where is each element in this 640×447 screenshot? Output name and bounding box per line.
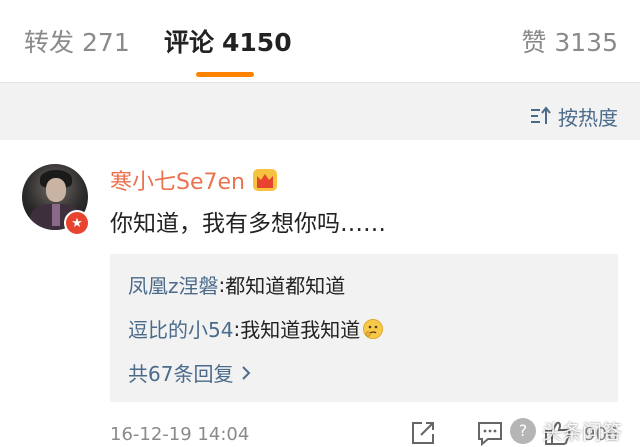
- sort-label: 按热度: [558, 105, 618, 130]
- reply-username[interactable]: 逗比的小54: [128, 314, 233, 343]
- sort-icon: [531, 106, 551, 124]
- watermark: ? 头条问答: [510, 414, 640, 447]
- verified-badge-icon: ★: [64, 210, 90, 236]
- crown-icon: [252, 169, 277, 191]
- reply-list[interactable]: 凤凰z涅磐: 都知道都知道 逗比的小54: 我知道我知道 共67条回复: [110, 254, 618, 402]
- chevron-right-icon: [242, 365, 251, 380]
- tab-comment[interactable]: 评论 4150: [164, 26, 292, 60]
- reply-text: 我知道我知道: [240, 318, 361, 342]
- active-tab-indicator: [196, 72, 254, 77]
- reply-separator: :: [218, 272, 226, 297]
- tab-like-label: 赞: [521, 28, 547, 57]
- username-text: 寒小七Se7en: [110, 170, 245, 195]
- thinking-emoji-icon: [363, 318, 384, 339]
- tab-like[interactable]: 赞 3135: [521, 26, 618, 60]
- more-replies-link[interactable]: 共67条回复: [128, 358, 251, 387]
- tab-repost-label: 转发: [24, 28, 75, 57]
- sort-button[interactable]: 按热度: [530, 103, 618, 130]
- share-icon[interactable]: [410, 420, 436, 446]
- tab-comment-count: 4150: [222, 28, 292, 57]
- tab-like-count: 3135: [554, 28, 618, 57]
- tab-repost[interactable]: 转发 271: [24, 26, 130, 60]
- reply-icon[interactable]: [476, 420, 504, 446]
- comment-text: 你知道，我有多想你吗……: [110, 211, 386, 237]
- reply-item[interactable]: 逗比的小54: 我知道我知道: [128, 314, 384, 343]
- tab-comment-label: 评论: [164, 28, 215, 57]
- more-replies-text: 共67条回复: [128, 362, 234, 386]
- comment-timestamp: 16-12-19 14:04: [110, 424, 250, 445]
- reply-separator: :: [233, 316, 241, 341]
- reply-text: 都知道都知道: [225, 274, 346, 298]
- comment-username[interactable]: 寒小七Se7en: [110, 164, 279, 196]
- tab-bar: 转发 271 评论 4150 赞 3135: [0, 0, 640, 83]
- watermark-text: 头条问答: [542, 420, 622, 444]
- reply-item[interactable]: 凤凰z涅磐: 都知道都知道: [128, 270, 345, 299]
- watermark-logo-icon: ?: [510, 417, 536, 444]
- tab-repost-count: 271: [82, 28, 130, 57]
- reply-username[interactable]: 凤凰z涅磐: [128, 270, 219, 299]
- comment-card: ★ 寒小七Se7en 你知道，我有多想你吗…… 凤凰z涅磐: 都知道都知道 逗比…: [0, 140, 640, 447]
